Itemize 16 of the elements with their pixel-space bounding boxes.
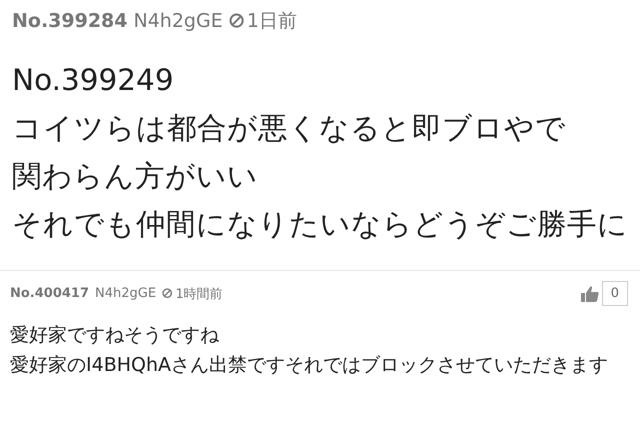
- prohibited-icon: [162, 288, 172, 299]
- thumbs-up-icon[interactable]: [580, 284, 600, 304]
- prohibited-icon: [228, 13, 244, 29]
- user-id: N4h2gGE: [134, 10, 223, 32]
- like-count[interactable]: 0: [602, 281, 628, 306]
- post-text-line: それでも仲間になりたいならどうぞご勝手に: [12, 206, 628, 243]
- post-time: 1日前: [246, 9, 298, 34]
- post-number: No.399284: [12, 10, 128, 32]
- post-text-line: 愛好家のI4BHQhAさん出禁ですそれではブロックさせていただきます: [10, 353, 610, 378]
- post-text-line: No.399249: [12, 62, 175, 99]
- user-id: N4h2gGE: [95, 286, 156, 301]
- post-text-line: 関わらん方がいい: [12, 158, 259, 195]
- post-time: 1時間前: [175, 286, 223, 302]
- post-number: No.400417: [10, 286, 90, 301]
- post-text-line: 愛好家ですねそうですね: [10, 323, 220, 348]
- post-text-line: コイツらは都合が悪くなると即ブロやで: [12, 110, 567, 147]
